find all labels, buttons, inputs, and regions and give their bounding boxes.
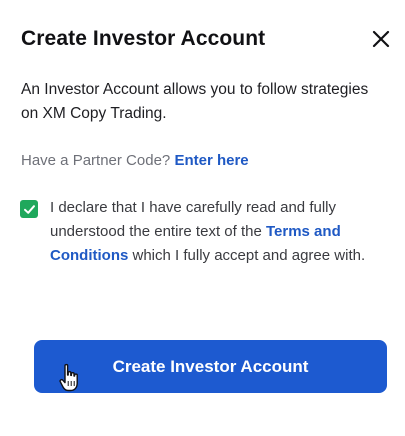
partner-code-prompt: Have a Partner Code?: [21, 152, 171, 169]
enter-partner-code-link[interactable]: Enter here: [174, 152, 248, 169]
intro-text: An Investor Account allows you to follow…: [21, 81, 369, 122]
create-investor-account-dialog: Create Investor Account An Investor Acco…: [0, 0, 405, 436]
close-button[interactable]: [366, 26, 396, 52]
declaration-checkbox[interactable]: [20, 200, 38, 218]
partner-code-row: Have a Partner Code? Enter here: [21, 149, 249, 173]
declaration-text-after: which I fully accept and agree with.: [132, 247, 366, 264]
close-icon: [372, 30, 390, 48]
create-investor-account-button[interactable]: Create Investor Account: [34, 340, 387, 393]
dialog-title: Create Investor Account: [21, 27, 266, 50]
create-investor-account-button-label: Create Investor Account: [112, 357, 309, 376]
checkmark-icon: [23, 204, 35, 214]
declaration-text: I declare that I have carefully read and…: [50, 196, 395, 268]
